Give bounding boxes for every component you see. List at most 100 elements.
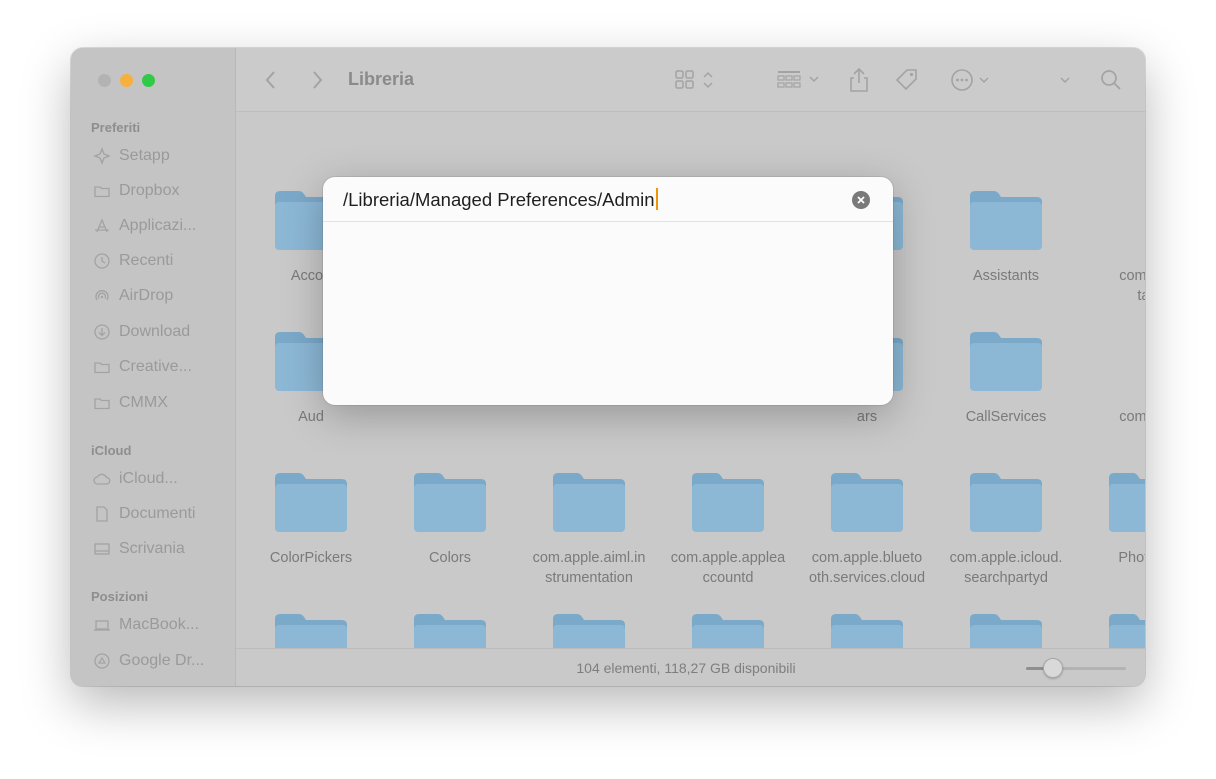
folder-icon	[1109, 473, 1145, 532]
view-mode-button[interactable]	[674, 68, 718, 92]
chevron-left-icon	[265, 71, 275, 89]
tag-icon	[895, 69, 917, 91]
sidebar-item-icloud-drive[interactable]: iCloud...	[93, 467, 233, 491]
folder-label: Photosh	[1118, 550, 1145, 566]
more-actions-button[interactable]	[950, 68, 996, 92]
window-title: Libreria	[348, 69, 415, 89]
clock-icon	[94, 253, 110, 269]
folder-item[interactable]	[938, 611, 1074, 648]
sidebar-item-label: Google Dr...	[119, 652, 205, 669]
folder-label: Assistants	[972, 268, 1040, 284]
path-input-row: /Libreria/Managed Preferences/Admin	[323, 177, 893, 222]
folder-item[interactable]	[799, 611, 935, 648]
folder-icon	[1109, 614, 1145, 648]
suggestions-list	[323, 223, 893, 405]
folder-item[interactable]: com.apple.icloud. searchpartyd	[938, 470, 1074, 588]
sidebar-section-title: iCloud	[91, 443, 132, 458]
folder-item[interactable]: ColorPickers	[243, 470, 379, 568]
folder-item[interactable]	[382, 611, 518, 648]
ellipsis-circle-icon	[951, 69, 989, 91]
status-text: 104 elementi, 118,27 GB disponibili	[576, 660, 796, 676]
folder-item[interactable]	[521, 611, 657, 648]
sidebar-item-label: Setapp	[119, 147, 170, 164]
sidebar-item-cmmx[interactable]: CMMX	[93, 391, 233, 415]
folder-label: com.apple.applea ccountd	[670, 550, 786, 586]
back-button[interactable]	[264, 68, 278, 92]
tag-button[interactable]	[894, 68, 920, 92]
folder-label: Aud	[298, 409, 324, 425]
chevron-right-icon	[313, 71, 323, 89]
sidebar-item-label: Documenti	[119, 505, 196, 522]
folder-item[interactable]	[1077, 611, 1145, 648]
text-caret	[655, 188, 658, 210]
sidebar-item-recents[interactable]: Recenti	[93, 249, 233, 273]
minimize-window-button[interactable]	[120, 74, 133, 87]
sidebar-item-macbook[interactable]: MacBook...	[93, 613, 233, 637]
sidebar-item-airdrop[interactable]: AirDrop	[93, 284, 233, 308]
share-icon	[850, 67, 868, 92]
sidebar-item-applications[interactable]: Applicazi...	[93, 214, 233, 238]
folder-item[interactable]: com.apple.applea ccountd	[660, 470, 796, 588]
sidebar-item-label: AirDrop	[119, 287, 174, 304]
group-icon	[777, 71, 819, 88]
folder-icon	[275, 473, 347, 532]
path-value: /Libreria/Managed Preferences/Admin	[343, 189, 655, 210]
forward-button[interactable]	[310, 68, 324, 92]
sidebar-item-documents[interactable]: Documenti	[93, 502, 233, 526]
folder-label: com.apple.aiml.in strumentation	[532, 550, 646, 586]
share-button[interactable]	[848, 67, 870, 92]
slider-knob[interactable]	[1043, 658, 1063, 678]
folder-item[interactable]	[243, 611, 379, 648]
folder-label: com.apple.blueto oth.services.cloud	[808, 550, 926, 586]
toolbar-overflow-button[interactable]	[1058, 68, 1072, 92]
sidebar-item-dropbox[interactable]: Dropbox	[93, 179, 233, 203]
sidebar-item-label: Applicazi...	[119, 217, 197, 234]
folder-item[interactable]: com.apple.aiml.in strumentation	[521, 470, 657, 588]
folder-item[interactable]: Colors	[382, 470, 518, 568]
folder-item[interactable]: com.apple.blueto oth.services.cloud	[799, 470, 935, 588]
desktop-icon	[94, 543, 110, 555]
folder-item[interactable]: com.am tal	[1077, 188, 1145, 306]
icon-size-slider[interactable]	[1026, 658, 1126, 678]
folder-label: com.apple.icloud. searchpartyd	[949, 550, 1063, 586]
sidebar-item-desktop[interactable]: Scrivania	[93, 537, 233, 561]
sidebar: Preferiti Setapp Dropbox Applicazi... Re…	[71, 48, 236, 686]
sidebar-item-label: Scrivania	[119, 540, 185, 557]
search-button[interactable]	[1100, 68, 1122, 92]
sidebar-item-label: MacBook...	[119, 616, 200, 633]
folder-label: CallServices	[965, 409, 1047, 425]
applications-icon	[95, 218, 109, 233]
folder-item[interactable]: Assistants	[938, 188, 1074, 286]
path-input[interactable]: /Libreria/Managed Preferences/Admin	[343, 188, 658, 211]
sidebar-item-download[interactable]: Download	[93, 320, 233, 344]
sidebar-item-setapp[interactable]: Setapp	[93, 144, 233, 168]
search-icon	[1101, 70, 1121, 90]
sidebar-item-label: iCloud...	[119, 470, 178, 487]
folder-icon	[414, 614, 486, 648]
group-by-button[interactable]	[776, 68, 824, 92]
close-icon	[857, 196, 865, 204]
clear-button[interactable]	[852, 191, 870, 209]
sidebar-item-label: Creative...	[119, 358, 192, 375]
setapp-icon	[93, 147, 111, 165]
zoom-window-button[interactable]	[142, 74, 155, 87]
folder-label: com.am	[1119, 409, 1145, 425]
grid-view-icon	[675, 70, 713, 89]
folder-item[interactable]: com.am	[1077, 329, 1145, 427]
folder-item[interactable]: Photosh	[1077, 470, 1145, 568]
sidebar-item-label: Dropbox	[119, 182, 180, 199]
folder-icon	[553, 614, 625, 648]
toolbar: Libreria	[236, 48, 1145, 112]
sidebar-item-label: CMMX	[119, 394, 168, 411]
sidebar-item-creative[interactable]: Creative...	[93, 355, 233, 379]
close-window-button[interactable]	[98, 74, 111, 87]
go-to-folder-dialog: /Libreria/Managed Preferences/Admin	[323, 177, 893, 405]
folder-icon	[831, 614, 903, 648]
folder-icon	[692, 614, 764, 648]
folder-icon	[970, 614, 1042, 648]
folder-icon	[831, 473, 903, 532]
drive-icon	[94, 653, 110, 669]
folder-item[interactable]: CallServices	[938, 329, 1074, 427]
sidebar-item-google-drive[interactable]: Google Dr...	[93, 649, 233, 673]
folder-item[interactable]	[660, 611, 796, 648]
